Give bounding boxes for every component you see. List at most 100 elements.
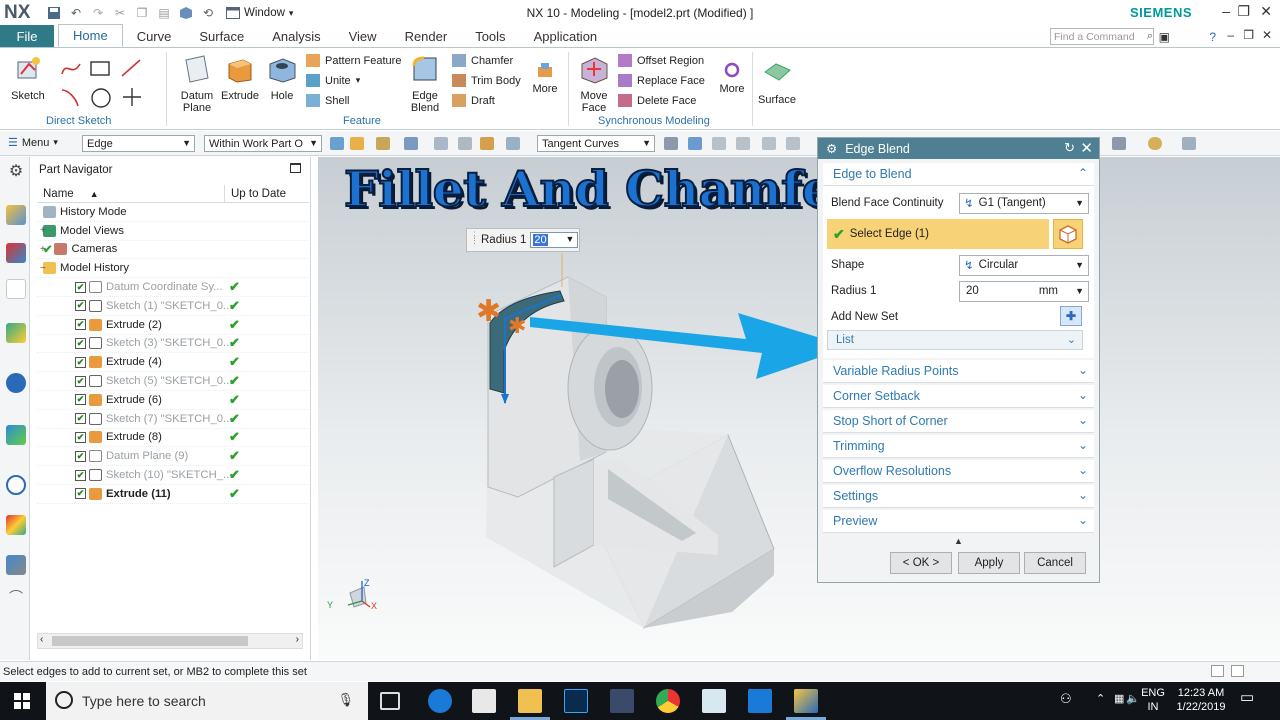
minimize-icon[interactable]: – bbox=[1222, 3, 1230, 19]
app-icon[interactable] bbox=[610, 689, 634, 713]
blend-handle-icon[interactable]: ✱ bbox=[508, 314, 526, 339]
hd3d-tools-icon[interactable] bbox=[6, 373, 26, 393]
windows-start-icon[interactable] bbox=[14, 693, 30, 709]
status-icon[interactable] bbox=[1211, 665, 1224, 677]
collapsed-section[interactable]: Settings ⌄ bbox=[823, 485, 1094, 508]
edge-blend-button[interactable]: Edge Blend bbox=[404, 54, 446, 114]
find-command-input[interactable]: Find a Command ⌕ bbox=[1050, 28, 1154, 45]
mid-point-icon[interactable] bbox=[458, 137, 472, 150]
chrome-icon[interactable] bbox=[656, 689, 680, 713]
move-icon[interactable] bbox=[712, 137, 726, 150]
visibility-checkbox[interactable]: ✔ bbox=[75, 431, 86, 443]
taskbar-search[interactable]: Type here to search 🎙 bbox=[46, 682, 368, 720]
surface-button[interactable]: Surface bbox=[756, 58, 798, 106]
tab-render[interactable]: Render bbox=[391, 25, 462, 47]
visibility-checkbox[interactable]: ✔ bbox=[75, 375, 86, 387]
collapse-dialog-icon[interactable]: ▲ bbox=[818, 536, 1099, 546]
expand-icon[interactable]: + bbox=[40, 225, 46, 236]
tray-chevron-up-icon[interactable]: ⌃ bbox=[1096, 692, 1105, 706]
menu-button[interactable]: ☰ Menu ▾ bbox=[8, 136, 58, 150]
collapsed-section[interactable]: Variable Radius Points ⌄ bbox=[823, 360, 1094, 383]
line-icon[interactable] bbox=[786, 137, 800, 150]
collapsed-section[interactable]: Preview ⌄ bbox=[823, 510, 1094, 533]
app-icon[interactable] bbox=[702, 689, 726, 713]
assembly-navigator-icon[interactable] bbox=[6, 205, 26, 225]
render-style-icon[interactable] bbox=[1112, 137, 1126, 150]
sketch-button[interactable]: Sketch bbox=[8, 54, 48, 102]
close-icon[interactable]: ✕ bbox=[1080, 139, 1093, 157]
app-icon[interactable] bbox=[748, 689, 772, 713]
visibility-checkbox[interactable]: ✔ bbox=[75, 300, 86, 312]
volume-icon[interactable]: 🔈 bbox=[1126, 692, 1140, 706]
reset-icon[interactable]: ↻ bbox=[1064, 140, 1075, 156]
intersection-icon[interactable] bbox=[480, 137, 494, 150]
notification-icon[interactable]: ▭ bbox=[1240, 690, 1254, 705]
scroll-left-icon[interactable]: ‹ bbox=[40, 634, 43, 645]
repeat-icon[interactable]: ⟲ bbox=[200, 5, 216, 21]
tree-row[interactable]: ✔ Sketch (1) "SKETCH_0... ✔ bbox=[37, 297, 309, 316]
part-navigator-icon[interactable] bbox=[6, 279, 26, 299]
sphere-icon[interactable] bbox=[1148, 137, 1162, 150]
visibility-checkbox[interactable]: ✔ bbox=[75, 319, 86, 331]
collapsed-section[interactable]: Overflow Resolutions ⌄ bbox=[823, 460, 1094, 483]
ok-button[interactable]: < OK > bbox=[890, 552, 952, 574]
apply-button[interactable]: Apply bbox=[958, 552, 1020, 574]
feature-more-button[interactable]: More bbox=[528, 60, 562, 95]
rotate-icon[interactable] bbox=[736, 137, 750, 150]
help-icon[interactable]: ? bbox=[1209, 30, 1216, 44]
close-icon[interactable]: ✕ bbox=[1260, 3, 1272, 20]
tree-row[interactable]: − Model History bbox=[37, 259, 309, 279]
shell-button[interactable]: Shell bbox=[306, 94, 349, 107]
language-indicator[interactable]: ENG IN bbox=[1140, 686, 1166, 714]
tree-row[interactable]: History Mode bbox=[37, 203, 309, 222]
follow-fillet-icon[interactable] bbox=[664, 137, 678, 150]
delete-face-button[interactable]: Delete Face bbox=[618, 94, 696, 107]
tab-application[interactable]: Application bbox=[520, 25, 612, 47]
select-edge-row[interactable]: ✔ Select Edge (1) bbox=[827, 219, 1049, 249]
datum-plane-button[interactable]: Datum Plane bbox=[176, 54, 218, 114]
tree-row[interactable]: ✔ Extrude (2) ✔ bbox=[37, 316, 309, 335]
tree-row[interactable]: ✔ Sketch (5) "SKETCH_0... ✔ bbox=[37, 372, 309, 391]
add-new-set-button[interactable]: ✚ bbox=[1060, 306, 1082, 326]
tab-home[interactable]: Home bbox=[58, 24, 123, 47]
visibility-checkbox[interactable]: ✔ bbox=[75, 394, 86, 406]
paste-icon[interactable]: ▤ bbox=[156, 5, 172, 21]
collapse-icon[interactable]: − bbox=[40, 263, 46, 274]
undo-icon[interactable]: ↶ bbox=[68, 5, 84, 21]
visibility-checkbox[interactable]: ✔ bbox=[75, 488, 86, 500]
collapsed-section[interactable]: Trimming ⌄ bbox=[823, 435, 1094, 458]
store-icon[interactable] bbox=[472, 689, 496, 713]
copy-icon[interactable]: ❐ bbox=[134, 5, 150, 21]
end-point-icon[interactable] bbox=[434, 137, 448, 150]
scrollbar-thumb[interactable] bbox=[52, 636, 248, 646]
offset-region-button[interactable]: Offset Region bbox=[618, 54, 704, 67]
tree-row[interactable]: ✔ Extrude (11) ✔ bbox=[37, 485, 309, 504]
doc-close-icon[interactable]: ✕ bbox=[1262, 28, 1272, 42]
trim-body-button[interactable]: Trim Body bbox=[452, 74, 521, 87]
tab-file[interactable]: File bbox=[0, 25, 54, 47]
cut-icon[interactable]: ✂ bbox=[112, 5, 128, 21]
window-menu[interactable]: Window ▾ bbox=[226, 7, 293, 19]
visibility-checkbox[interactable]: ✔ bbox=[75, 337, 86, 349]
visibility-checkbox[interactable]: ✔ bbox=[75, 469, 86, 481]
draft-button[interactable]: Draft bbox=[452, 94, 495, 107]
point-icon[interactable] bbox=[404, 137, 418, 150]
column-name[interactable]: Name ▲ bbox=[37, 185, 225, 202]
visibility-checkbox[interactable]: ✔ bbox=[75, 450, 86, 462]
network-icon[interactable]: ▦ bbox=[1114, 692, 1124, 706]
tab-tools[interactable]: Tools bbox=[461, 25, 519, 47]
layout-icon[interactable]: ▣ bbox=[1159, 30, 1170, 44]
radius-onscreen-field[interactable]: 20 ▼ bbox=[530, 232, 579, 248]
roles-icon[interactable]: ⌒ bbox=[6, 587, 26, 607]
maximize-icon[interactable] bbox=[290, 163, 301, 173]
horizontal-scrollbar[interactable]: ‹ › bbox=[37, 633, 303, 649]
tree-row[interactable]: + ✔ Cameras bbox=[37, 241, 309, 260]
replace-face-button[interactable]: Replace Face bbox=[618, 74, 705, 87]
visibility-checkbox[interactable]: ✔ bbox=[75, 356, 86, 368]
collapsed-section[interactable]: Stop Short of Corner ⌄ bbox=[823, 410, 1094, 433]
redo-icon[interactable]: ↷ bbox=[90, 5, 106, 21]
view-orient-icon[interactable] bbox=[1182, 137, 1196, 150]
microphone-icon[interactable]: 🎙 bbox=[337, 692, 354, 708]
sketch-curve-tools[interactable] bbox=[58, 56, 148, 108]
pattern-feature-button[interactable]: Pattern Feature bbox=[306, 54, 401, 67]
